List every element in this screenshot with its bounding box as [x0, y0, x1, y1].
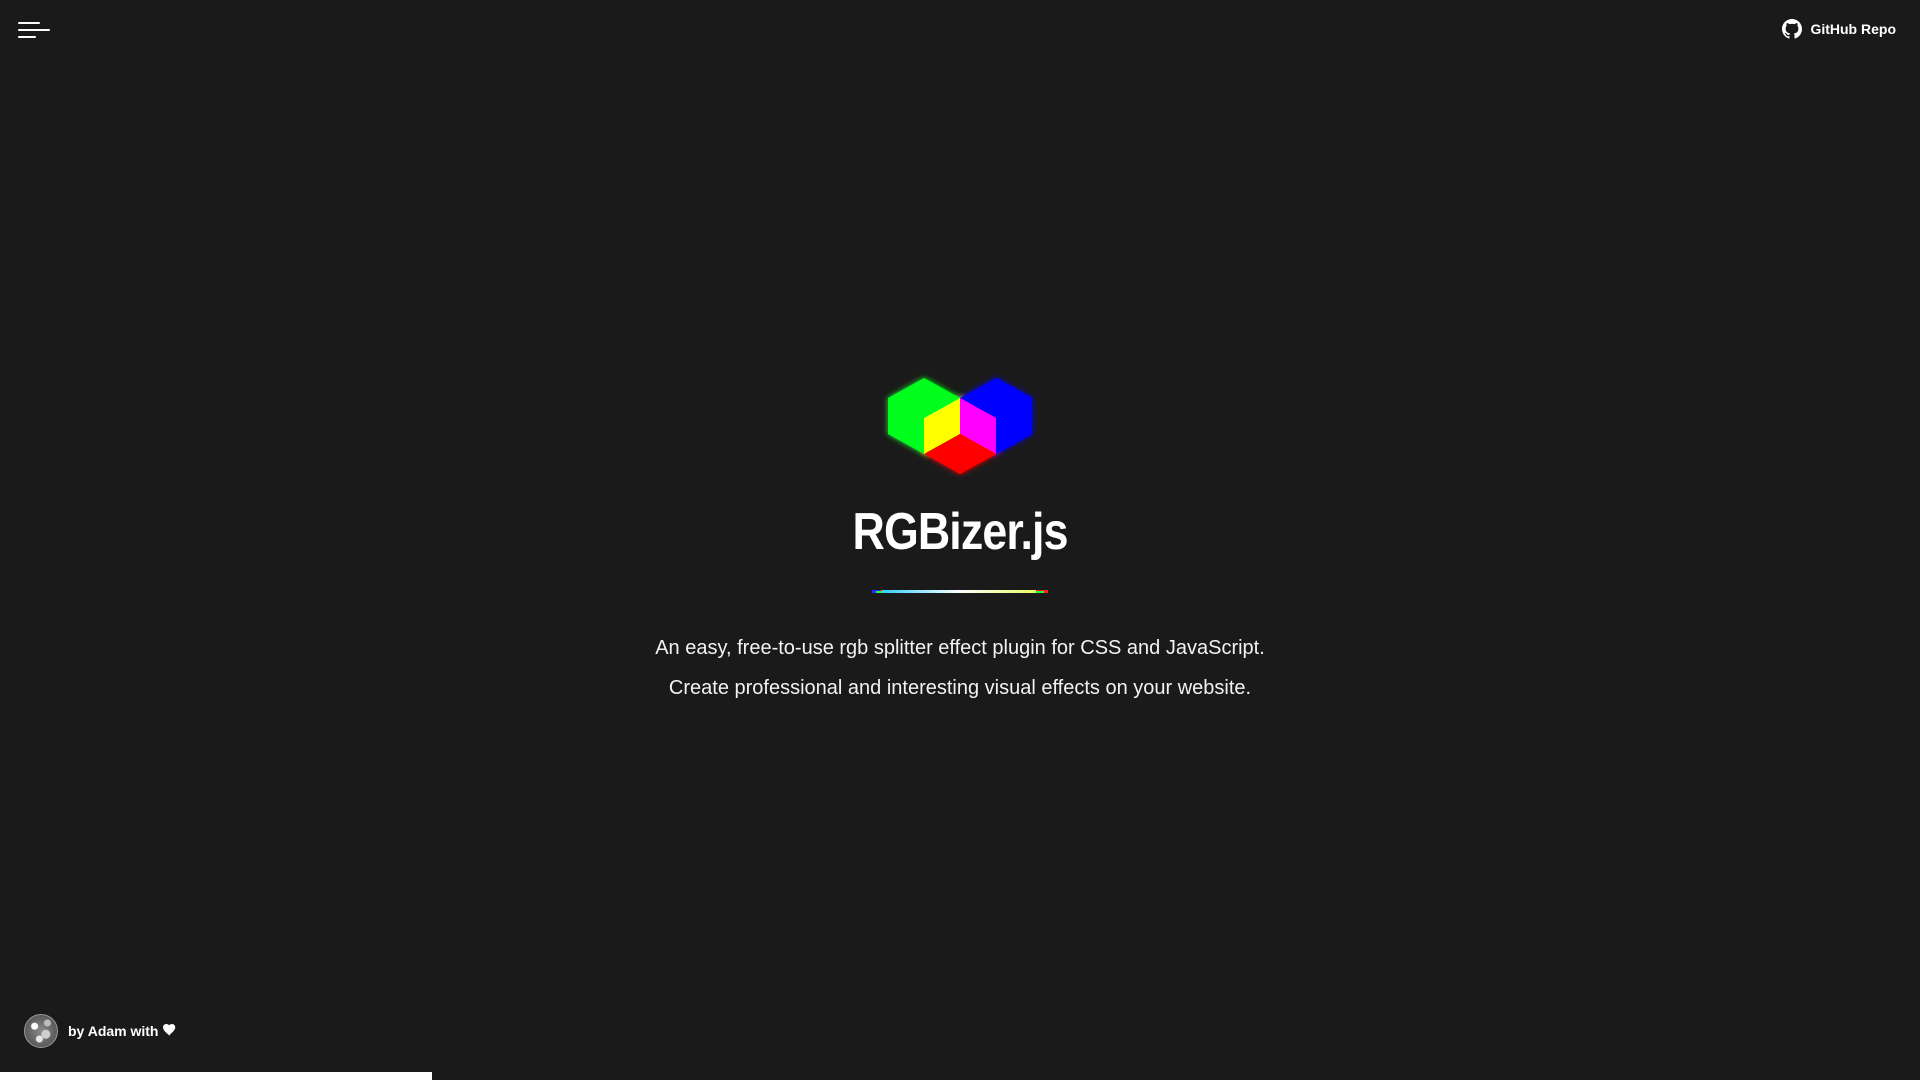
scroll-progress-fill: [0, 1072, 432, 1080]
credit-text: by Adam with: [68, 1023, 176, 1039]
scroll-progress-bar: [0, 1072, 1920, 1080]
hamburger-menu-icon[interactable]: [18, 20, 52, 40]
hero-section: RGBizer.js An easy, free-to-use rgb spli…: [0, 370, 1920, 708]
menu-line: [18, 36, 36, 38]
rgb-hexagon-logo-icon: [888, 378, 1032, 474]
title-underline: [872, 590, 1048, 594]
menu-line: [18, 22, 40, 24]
page-title: RGBizer.js: [852, 503, 1068, 561]
github-repo-label: GitHub Repo: [1810, 21, 1896, 37]
tagline-line-1: An easy, free-to-use rgb splitter effect…: [655, 637, 1265, 659]
underline-highlight: [882, 590, 1036, 593]
github-icon: [1782, 19, 1803, 39]
tagline: An easy, free-to-use rgb splitter effect…: [655, 628, 1265, 708]
author-credit[interactable]: by Adam with: [24, 1014, 176, 1048]
menu-line: [18, 29, 50, 31]
tagline-line-2: Create professional and interesting visu…: [668, 677, 1252, 699]
avatar: [24, 1014, 58, 1048]
credit-label: by Adam with: [68, 1023, 159, 1039]
github-repo-link[interactable]: GitHub Repo: [1782, 19, 1896, 39]
page: GitHub Repo RGBizer.js An easy, free-to-…: [0, 0, 1920, 1080]
heart-icon: [162, 1023, 176, 1039]
